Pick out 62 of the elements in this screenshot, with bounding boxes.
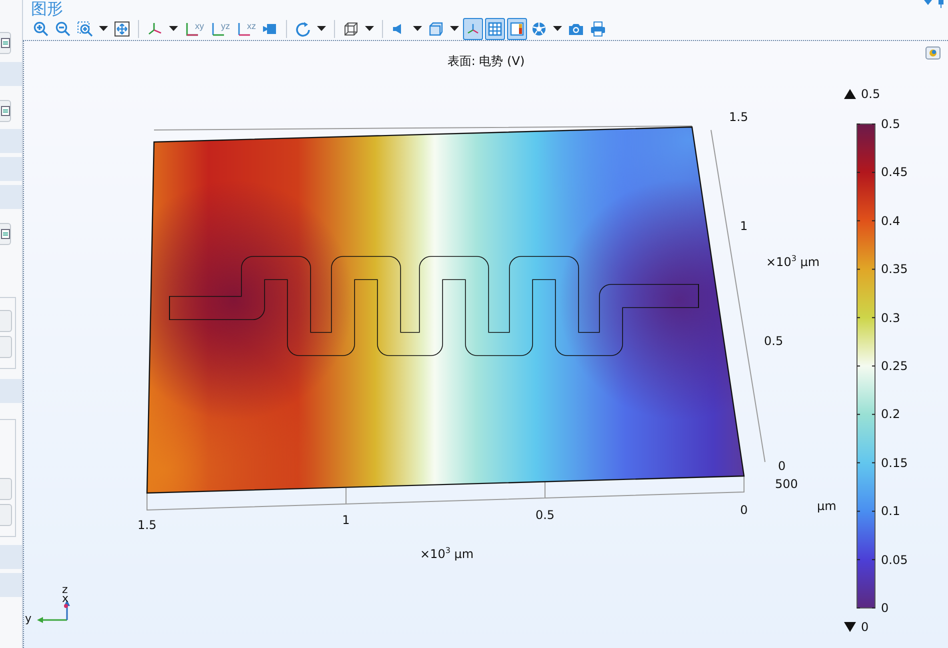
axes-toggle[interactable] <box>463 18 483 40</box>
caret-icon <box>169 26 178 32</box>
panel-title: 图形 <box>30 0 63 17</box>
axis-unit-label: ×10$^{3}$ μm <box>420 545 474 561</box>
triad-axis-label: y <box>25 612 32 626</box>
max-marker-icon <box>844 89 856 99</box>
colorbar-tick-label: 0.15 <box>881 456 908 470</box>
plot-title: 表面: 电势 (V) <box>447 54 525 68</box>
min-marker-icon <box>844 622 856 632</box>
colorbar-tick-label: 0.35 <box>881 262 908 276</box>
axis-tick-label: 500 <box>775 477 798 491</box>
colorbar-tick-label: 0.45 <box>881 165 908 180</box>
colorbar-tick-label: 0.1 <box>881 504 900 518</box>
caret-icon <box>450 26 459 32</box>
colorbar-tick-label: 0.4 <box>881 214 900 228</box>
grid-toggle[interactable] <box>485 18 505 40</box>
axis-unit-label: μm <box>817 499 836 513</box>
box-icon <box>428 20 444 36</box>
xz-view-button[interactable]: xz <box>234 18 258 40</box>
caret-icon <box>99 26 108 32</box>
colorbar-tick-label: 0.3 <box>881 310 900 325</box>
zoom-in-icon <box>33 20 49 36</box>
zoom-box-icon <box>77 20 93 36</box>
caret-icon <box>365 26 374 32</box>
colorbar-tick-label: 0.05 <box>881 552 908 567</box>
axis-tick-label: 1.5 <box>729 110 748 124</box>
colorbar-tick-label: 0.25 <box>881 359 908 373</box>
pin-icon[interactable] <box>938 0 944 8</box>
axis-tick-label: 0 <box>778 459 786 473</box>
grid-icon <box>487 20 503 36</box>
panel-button[interactable] <box>0 32 11 54</box>
colorbar-min-label: 0 <box>861 620 869 634</box>
print-icon <box>590 20 606 36</box>
axis-tick-label: 1 <box>342 513 350 527</box>
axis-unit-label: ×10$^{3}$ μm <box>766 253 820 269</box>
legend-toggle[interactable] <box>507 18 527 40</box>
rotate-icon <box>295 20 311 36</box>
colorbar-icon <box>509 20 525 36</box>
yz-view-button[interactable]: yz <box>208 18 232 40</box>
axis-tick-label: 1.5 <box>137 518 157 532</box>
scene-light-icon[interactable] <box>926 47 940 59</box>
zoom-extents-icon <box>114 20 130 36</box>
axis-tick-label: 1 <box>740 219 748 233</box>
axis-tick-label: 0.5 <box>764 334 784 348</box>
xy-view-button[interactable]: xy <box>182 18 206 40</box>
axis-tick-label: 0.5 <box>535 508 555 522</box>
caret-icon <box>317 26 326 32</box>
colorbar-tick-label: 0 <box>881 601 889 615</box>
colorbar-max-label: 0.5 <box>861 87 880 101</box>
panel-button[interactable] <box>0 100 11 122</box>
axis-tick-label: 0 <box>740 503 748 517</box>
caret-icon <box>413 26 422 32</box>
aperture-icon <box>531 20 547 36</box>
panel-button[interactable] <box>0 223 11 245</box>
colorbar-tick-label: 0.2 <box>881 407 900 422</box>
axes-triad-icon <box>147 20 163 36</box>
colorbar-tick-label: 0.5 <box>881 117 900 131</box>
zoom-out-icon <box>55 20 71 36</box>
caret-icon[interactable] <box>924 0 932 6</box>
axis-triad-drawing <box>37 600 70 623</box>
wireframe-cube-icon <box>343 20 359 36</box>
caret-icon <box>553 26 562 32</box>
